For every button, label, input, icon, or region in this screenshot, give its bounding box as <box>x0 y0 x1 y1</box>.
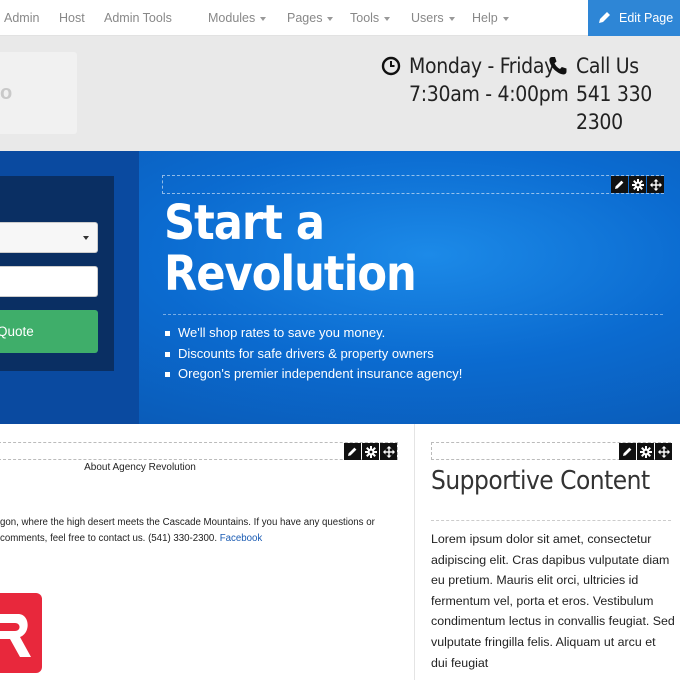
gear-icon <box>364 445 377 458</box>
nav-host-label: Host <box>59 11 85 25</box>
quote-button-label: Quote <box>0 324 34 339</box>
nav-pages-label: Pages <box>287 11 323 25</box>
supportive-divider <box>431 520 671 521</box>
hours-days: Monday - Friday <box>409 54 556 78</box>
call-label: Call Us <box>576 54 639 78</box>
facebook-link[interactable]: Facebook <box>220 533 263 544</box>
hero-title-line1: Start a <box>164 195 325 251</box>
call-us: Call Us 541 330 2300 <box>548 52 680 136</box>
edit-pencil-icon <box>599 12 610 23</box>
edit-module-button[interactable] <box>619 443 636 460</box>
hero-title-line2: Revolution <box>164 246 417 302</box>
gear-icon <box>639 445 652 458</box>
logo-r-icon <box>0 614 31 657</box>
site-logo[interactable]: o <box>0 52 77 134</box>
logo-text: o <box>0 82 13 104</box>
module-settings-button[interactable] <box>629 176 646 193</box>
nav-modules[interactable]: Modules <box>208 0 267 36</box>
pencil-icon <box>348 447 357 456</box>
list-item: We'll shop rates to save you money. <box>163 323 462 344</box>
caret-down-icon <box>502 16 509 21</box>
edit-page-button[interactable]: Edit Page <box>588 0 680 36</box>
move-icon <box>649 178 662 191</box>
admin-bar: Admin Host Admin Tools Modules Pages Too… <box>0 0 680 36</box>
nav-host[interactable]: Host <box>59 0 85 36</box>
edit-page-label: Edit Page <box>619 11 674 25</box>
hero-banner: Quote Start a Revolution We'll shop rate… <box>0 151 680 424</box>
about-module-frame[interactable] <box>0 442 398 460</box>
quote-form: Quote <box>0 176 114 371</box>
about-text-line2: comments, feel free to contact us. (541)… <box>0 533 218 544</box>
site-header: o Monday - Friday 7:30am - 4:00pm Call Us… <box>0 36 680 151</box>
supportive-heading: Supportive Content <box>431 466 650 496</box>
move-module-button[interactable] <box>380 443 397 460</box>
hours-times: 7:30am - 4:00pm <box>409 82 569 106</box>
module-settings-button[interactable] <box>637 443 654 460</box>
nav-help-label: Help <box>472 11 498 25</box>
phone-number[interactable]: 541 330 2300 <box>576 80 680 136</box>
caret-down-icon <box>327 16 334 21</box>
supportive-body: Lorem ipsum dolor sit amet, consectetur … <box>431 532 675 670</box>
pencil-icon <box>615 180 624 189</box>
move-module-button[interactable] <box>647 176 664 193</box>
edit-module-button[interactable] <box>611 176 628 193</box>
caret-down-icon <box>260 16 267 21</box>
list-item: Oregon's premier independent insurance a… <box>163 364 462 385</box>
nav-admin-label: Admin <box>4 11 40 25</box>
move-module-button[interactable] <box>655 443 672 460</box>
phone-icon <box>549 57 567 75</box>
hero-divider <box>163 314 663 315</box>
hero-module-frame[interactable] <box>162 175 664 194</box>
list-item: Discounts for safe drivers & property ow… <box>163 344 462 365</box>
caret-down-icon <box>384 16 391 21</box>
about-paragraph: gon, where the high desert meets the Cas… <box>0 515 400 547</box>
coverage-select[interactable] <box>0 222 98 253</box>
nav-admin-tools[interactable]: Admin Tools <box>104 0 172 36</box>
caret-down-icon <box>83 236 89 240</box>
nav-tools[interactable]: Tools <box>350 0 391 36</box>
move-icon <box>657 445 670 458</box>
nav-users[interactable]: Users <box>411 0 455 36</box>
nav-admin[interactable]: Admin <box>4 0 39 36</box>
hero-title: Start a Revolution <box>164 195 417 302</box>
nav-tools-label: Tools <box>350 11 380 25</box>
move-icon <box>382 445 395 458</box>
about-module-controls <box>344 443 397 460</box>
module-settings-button[interactable] <box>362 443 379 460</box>
edit-module-button[interactable] <box>344 443 361 460</box>
quote-input[interactable] <box>0 266 98 297</box>
nav-pages[interactable]: Pages <box>287 0 334 36</box>
column-divider <box>414 424 415 680</box>
about-module-title: About Agency Revolution <box>84 462 196 473</box>
clock-icon <box>381 56 401 76</box>
hero-module-controls <box>611 176 664 193</box>
nav-users-label: Users <box>411 11 444 25</box>
agency-revolution-logo <box>0 593 42 673</box>
nav-admin-tools-label: Admin Tools <box>104 11 172 25</box>
office-hours: Monday - Friday 7:30am - 4:00pm <box>381 52 569 108</box>
get-quote-button[interactable]: Quote <box>0 310 98 353</box>
nav-help[interactable]: Help <box>472 0 509 36</box>
hero-bullet-list: We'll shop rates to save you money. Disc… <box>163 323 462 385</box>
hero-form-column: Quote <box>0 151 139 424</box>
nav-modules-label: Modules <box>208 11 256 25</box>
pencil-icon <box>623 447 632 456</box>
gear-icon <box>631 178 644 191</box>
caret-down-icon <box>448 16 455 21</box>
supportive-module-controls <box>619 443 672 460</box>
about-text-line1: gon, where the high desert meets the Cas… <box>0 517 375 528</box>
